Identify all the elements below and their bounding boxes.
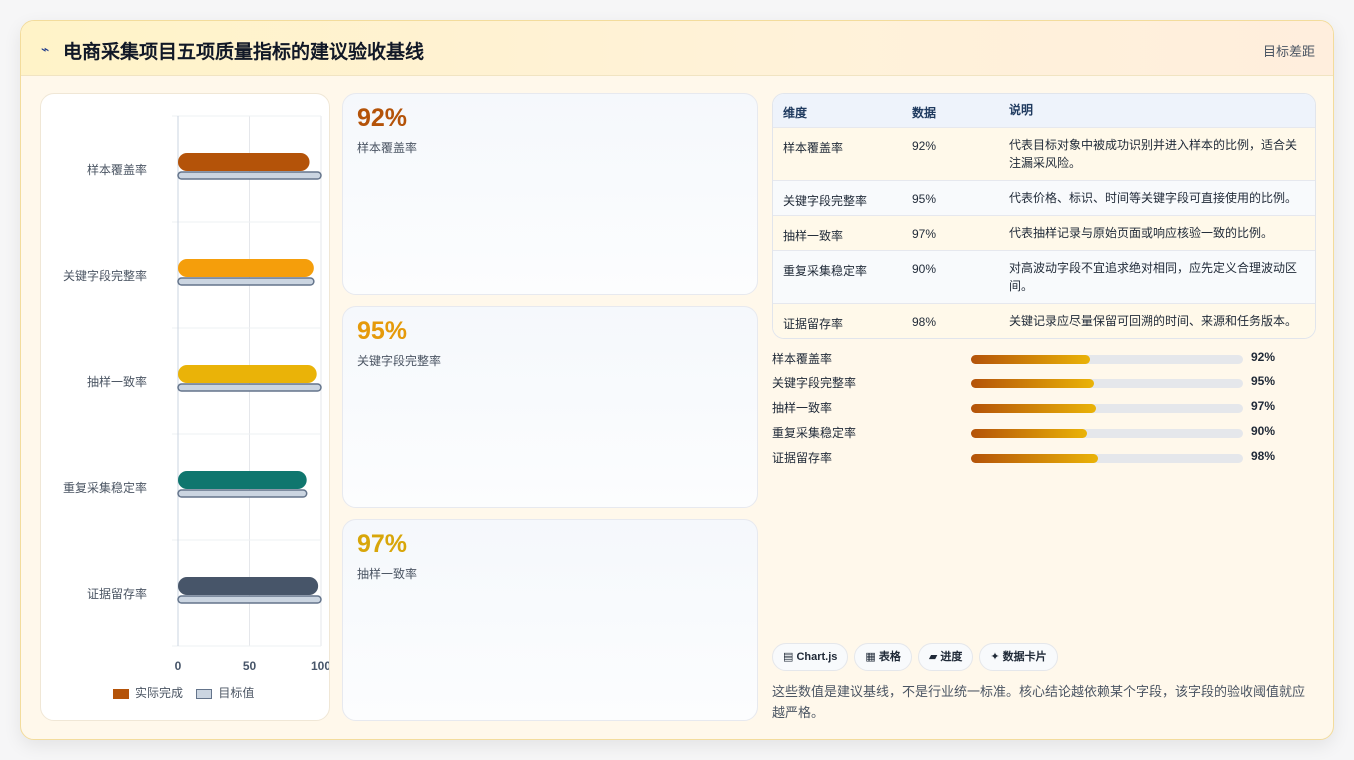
bar-actual bbox=[178, 153, 310, 171]
legend-swatch-target bbox=[196, 688, 213, 699]
progress-label: 证据留存率 bbox=[772, 451, 833, 465]
progress-value: 90% bbox=[1251, 424, 1276, 438]
chart-legend: 实际完成 目标值 bbox=[113, 684, 264, 701]
progress-row: 抽样一致率 97% bbox=[772, 396, 1292, 416]
progress-track bbox=[971, 355, 1243, 364]
x-tick-label: 50 bbox=[243, 659, 257, 673]
kpi-card-completeness: 95% 关键字段完整率 bbox=[342, 306, 758, 508]
progress-fill bbox=[971, 429, 1088, 438]
y-tick-label: 样本覆盖率 bbox=[87, 162, 147, 177]
kpi-card-coverage: 92% 样本覆盖率 bbox=[342, 93, 758, 295]
legend-swatch-actual bbox=[113, 688, 129, 699]
bar-target bbox=[177, 277, 315, 286]
cell-dimension: 重复采集稳定率 bbox=[783, 264, 868, 278]
x-tick-label: 100 bbox=[311, 659, 329, 673]
bar-target bbox=[177, 489, 308, 498]
col-header-desc: 说明 bbox=[1009, 103, 1034, 117]
progress-fill bbox=[971, 379, 1094, 388]
kpi-card-consistency: 97% 抽样一致率 bbox=[342, 519, 758, 721]
table-row: 重复采集稳定率 90% 对高波动字段不宜追求绝对相同，应先定义合理波动区间。 bbox=[773, 250, 1315, 303]
cell-description: 代表抽样记录与原始页面或响应核验一致的比例。 bbox=[1009, 226, 1274, 240]
cell-description: 代表目标对象中被成功识别并进入样本的比例，适合关注漏采风险。 bbox=[1009, 138, 1298, 170]
progress-row: 重复采集稳定率 90% bbox=[772, 421, 1292, 441]
y-tick-label: 关键字段完整率 bbox=[63, 268, 147, 283]
progress-fill bbox=[971, 355, 1090, 364]
kpi-value: 95% bbox=[357, 317, 408, 345]
cell-value: 97% bbox=[912, 227, 937, 241]
bar-target bbox=[177, 383, 322, 392]
cell-description: 关键记录应尽量保留可回溯的时间、来源和任务版本。 bbox=[1009, 314, 1298, 328]
progress-label: 样本覆盖率 bbox=[772, 352, 833, 366]
y-tick-label: 重复采集稳定率 bbox=[63, 480, 147, 495]
cell-dimension: 关键字段完整率 bbox=[783, 194, 868, 208]
progress-label: 抽样一致率 bbox=[772, 401, 833, 415]
table-row: 关键字段完整率 95% 代表价格、标识、时间等关键字段可直接使用的比例。 bbox=[773, 180, 1315, 215]
progress-fill bbox=[971, 454, 1098, 463]
cell-value: 95% bbox=[912, 192, 937, 206]
dashboard-card: ⌁ 电商采集项目五项质量指标的建议验收基线 目标差距 样本覆盖率 关键字段完整率抽… bbox=[20, 20, 1334, 740]
kpi-label: 样本覆盖率 bbox=[357, 141, 418, 155]
x-tick-label: 0 bbox=[175, 659, 182, 673]
progress-row: 关键字段完整率 95% bbox=[772, 371, 1292, 391]
page-title: 电商采集项目五项质量指标的建议验收基线 bbox=[63, 42, 425, 63]
footnote: 这些数值是建议基线，不是行业统一标准。核心结论越依赖某个字段，该字段的验收阈值就… bbox=[772, 684, 1306, 720]
kpi-label: 关键字段完整率 bbox=[357, 354, 442, 368]
cell-value: 90% bbox=[912, 262, 937, 276]
progress-track bbox=[971, 379, 1243, 388]
cell-value: 98% bbox=[912, 315, 937, 329]
target-gap-link[interactable]: 目标差距 bbox=[1263, 41, 1315, 60]
chip-table[interactable]: ▦ 表格 bbox=[854, 643, 912, 671]
progress-track bbox=[971, 429, 1243, 438]
legend-label-target: 目标值 bbox=[218, 686, 255, 700]
bar-target bbox=[177, 171, 322, 180]
kpi-value: 97% bbox=[357, 530, 408, 558]
legend-label-actual: 实际完成 bbox=[135, 686, 184, 700]
progress-value: 98% bbox=[1251, 449, 1276, 463]
table-row: 证据留存率 98% 关键记录应尽量保留可回溯的时间、来源和任务版本。 bbox=[773, 303, 1315, 338]
bar-actual bbox=[178, 577, 319, 595]
cell-dimension: 样本覆盖率 bbox=[783, 141, 844, 155]
legend-item-target[interactable]: 目标值 bbox=[196, 684, 254, 701]
progress-value: 92% bbox=[1251, 350, 1276, 364]
kpi-value: 92% bbox=[357, 104, 408, 132]
cell-dimension: 抽样一致率 bbox=[783, 229, 844, 243]
progress-label: 关键字段完整率 bbox=[772, 376, 857, 390]
progress-track bbox=[971, 454, 1243, 463]
progress-track bbox=[971, 404, 1243, 413]
progress-label: 重复采集稳定率 bbox=[772, 426, 857, 440]
progress-row: 证据留存率 98% bbox=[772, 446, 1292, 466]
progress-row: 样本覆盖率 92% bbox=[772, 347, 1292, 367]
sparkline-icon: ⌁ bbox=[41, 41, 50, 57]
metrics-table: 维度 数据 说明 样本覆盖率 92% 代表目标对象中被成功识别并进入样本的比例，… bbox=[772, 93, 1316, 339]
col-header-data: 数据 bbox=[912, 106, 937, 120]
bar-chart-panel: 样本覆盖率关键字段完整率抽样一致率重复采集稳定率证据留存率 0 50 100 实际完成… bbox=[40, 93, 330, 721]
legend-item-actual[interactable]: 实际完成 bbox=[113, 684, 183, 701]
bar-actual bbox=[178, 259, 314, 277]
chip-chartjs[interactable]: ▤ Chart.js bbox=[772, 643, 849, 671]
cell-description: 对高波动字段不宜追求绝对相同，应先定义合理波动区间。 bbox=[1009, 261, 1298, 293]
y-tick-label: 证据留存率 bbox=[87, 586, 147, 601]
col-header-dimension: 维度 bbox=[783, 106, 808, 120]
table-header-row: 维度 数据 说明 bbox=[773, 94, 1315, 127]
tech-chips: ▤ Chart.js ▦ 表格 ▰ 进度 ✦ 数据卡片 bbox=[772, 643, 1064, 671]
cell-value: 92% bbox=[912, 139, 937, 153]
bar-chart: 样本覆盖率关键字段完整率抽样一致率重复采集稳定率证据留存率 0 50 100 bbox=[63, 115, 329, 673]
bar-actual bbox=[178, 365, 317, 383]
bar-target bbox=[177, 595, 322, 604]
cell-description: 代表价格、标识、时间等关键字段可直接使用的比例。 bbox=[1009, 191, 1298, 205]
kpi-label: 抽样一致率 bbox=[357, 567, 418, 581]
progress-fill bbox=[971, 404, 1097, 413]
progress-value: 97% bbox=[1251, 399, 1276, 413]
cell-dimension: 证据留存率 bbox=[783, 317, 844, 331]
table-row: 样本覆盖率 92% 代表目标对象中被成功识别并进入样本的比例，适合关注漏采风险。 bbox=[773, 127, 1315, 180]
table-row: 抽样一致率 97% 代表抽样记录与原始页面或响应核验一致的比例。 bbox=[773, 215, 1315, 250]
header-bar: ⌁ 电商采集项目五项质量指标的建议验收基线 目标差距 bbox=[21, 21, 1333, 76]
chip-progress[interactable]: ▰ 进度 bbox=[917, 643, 974, 671]
y-tick-label: 抽样一致率 bbox=[87, 374, 147, 389]
chip-data-card[interactable]: ✦ 数据卡片 bbox=[979, 643, 1058, 671]
bar-actual bbox=[178, 471, 307, 489]
progress-value: 95% bbox=[1251, 374, 1276, 388]
